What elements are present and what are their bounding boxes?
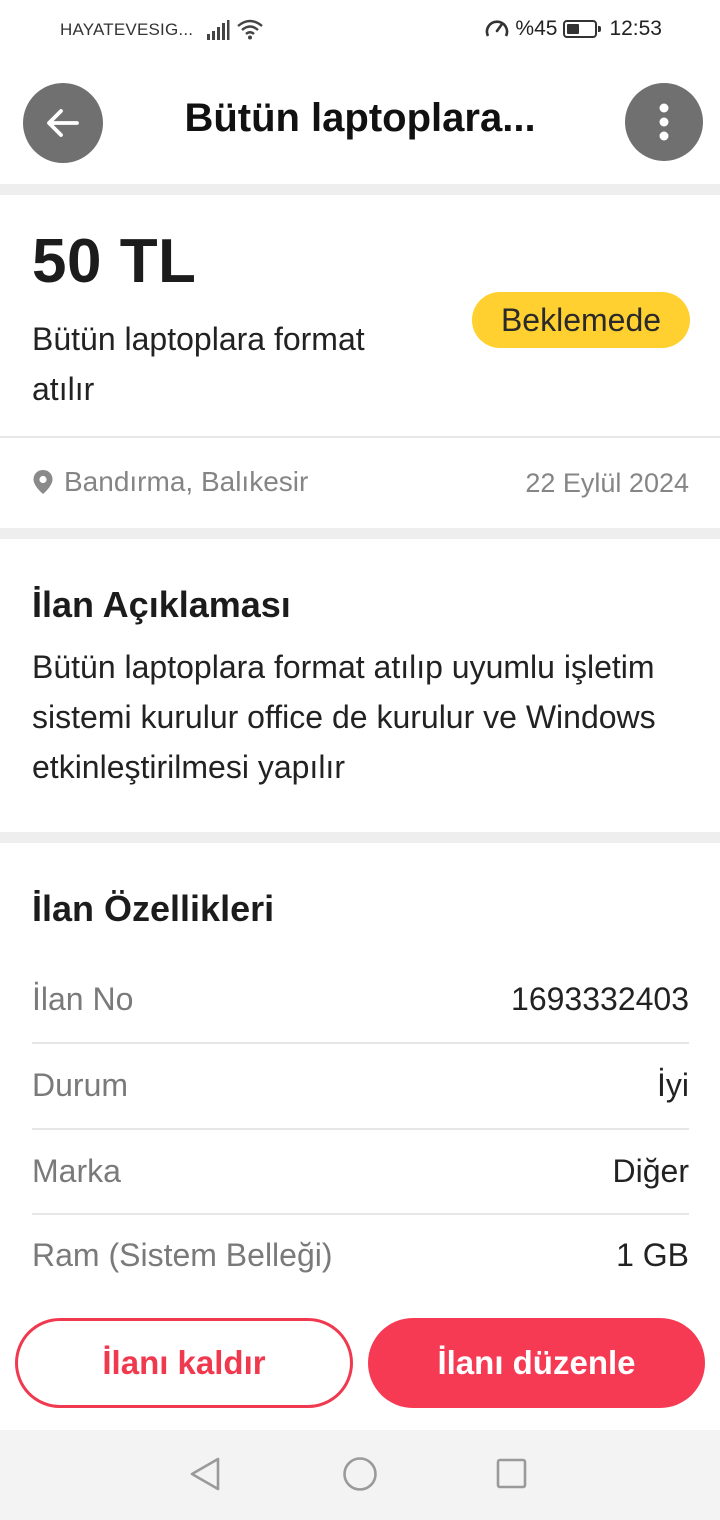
- location-text: Bandırma, Balıkesir: [64, 466, 309, 497]
- section-separator: [0, 528, 720, 539]
- listing-date: 22 Eylül 2024: [525, 468, 689, 498]
- property-row-durum: Durum İyi: [32, 1042, 689, 1128]
- property-key: İlan No: [32, 980, 134, 1017]
- divider: [0, 436, 720, 438]
- property-row-marka: Marka Diğer: [32, 1128, 689, 1214]
- property-key: Marka: [32, 1152, 121, 1189]
- location-pin-icon: [33, 470, 53, 494]
- top-app-bar: Bütün laptoplara...: [0, 62, 720, 184]
- status-badge: Beklemede: [472, 292, 690, 348]
- page-title: Bütün laptoplara...: [184, 96, 536, 140]
- description-text: Bütün laptoplara format atılıp uyumlu iş…: [32, 649, 656, 785]
- nav-back-icon[interactable]: [188, 1456, 222, 1492]
- carrier-name: HAYATEVESIG...: [60, 20, 194, 39]
- property-key: Ram (Sistem Belleği): [32, 1236, 333, 1273]
- status-right: %45 12:53: [485, 17, 662, 41]
- system-nav-bar: [0, 1430, 720, 1520]
- wifi-icon: [237, 19, 263, 40]
- more-options-button[interactable]: [625, 83, 703, 161]
- listing-price: 50 TL: [32, 227, 197, 296]
- section-separator: [0, 832, 720, 843]
- speedometer-icon: [486, 20, 509, 37]
- property-value: 1693332403: [511, 980, 689, 1017]
- property-row-ram: Ram (Sistem Belleği) 1 GB: [32, 1212, 689, 1298]
- signal-icon: [207, 20, 230, 40]
- section-separator: [0, 184, 720, 195]
- battery-icon: [563, 20, 602, 38]
- property-row-ilan-no: İlan No 1693332403: [32, 956, 689, 1042]
- property-value: 1 GB: [616, 1236, 689, 1273]
- more-vertical-icon: [659, 103, 669, 141]
- arrow-left-icon: [47, 109, 79, 137]
- listing-subtitle: Bütün laptoplara format atılır: [32, 321, 365, 407]
- property-key: Durum: [32, 1066, 129, 1103]
- nav-home-icon[interactable]: [342, 1456, 378, 1492]
- clock: 12:53: [609, 17, 662, 40]
- status-bar: HAYATEVESIG... %45 12:53: [0, 0, 720, 62]
- listing-location: Bandırma, Balıkesir: [32, 466, 308, 498]
- remove-listing-button[interactable]: İlanı kaldır: [15, 1318, 353, 1408]
- property-value: İyi: [657, 1066, 689, 1103]
- back-button[interactable]: [23, 83, 103, 163]
- edit-listing-button[interactable]: İlanı düzenle: [368, 1318, 705, 1408]
- battery-percent: %45: [515, 17, 558, 40]
- property-value: Diğer: [612, 1152, 689, 1189]
- properties-title: İlan Özellikleri: [32, 888, 275, 929]
- nav-recents-icon[interactable]: [495, 1456, 529, 1492]
- description-title: İlan Açıklaması: [32, 584, 291, 625]
